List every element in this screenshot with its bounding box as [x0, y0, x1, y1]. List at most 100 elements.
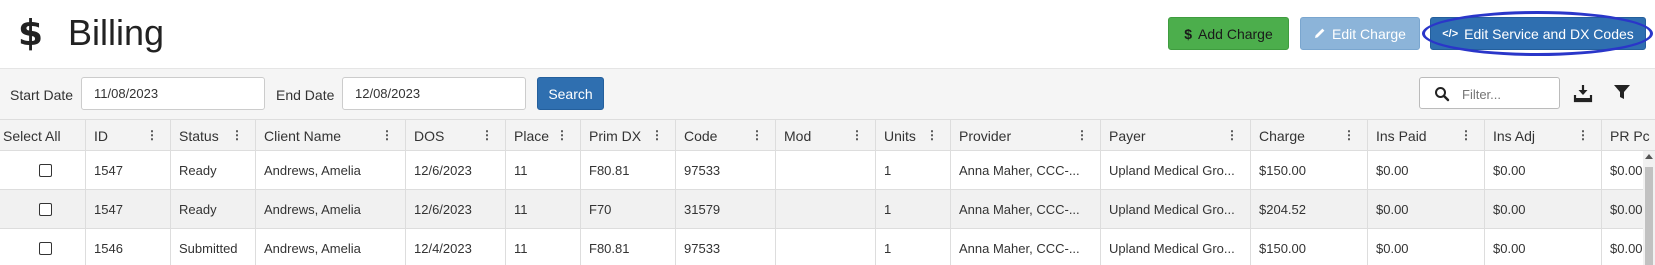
table-row[interactable]: 1547 Ready Andrews, Amelia 12/6/2023 11 …	[0, 190, 1643, 229]
cell-code: 97533	[676, 151, 776, 189]
column-header-select-all[interactable]: Select All	[0, 120, 86, 151]
column-header-label: Prim DX	[589, 127, 642, 144]
cell-status: Ready	[171, 190, 256, 228]
cell-client-name: Andrews, Amelia	[256, 190, 406, 228]
cell-prim-dx: F70	[581, 190, 676, 228]
cell-dos: 12/4/2023	[406, 229, 506, 265]
edit-service-dx-codes-button[interactable]: </> Edit Service and DX Codes	[1430, 17, 1646, 50]
download-icon[interactable]	[1573, 83, 1593, 103]
search-button[interactable]: Search	[537, 77, 604, 110]
column-header-code[interactable]: Code ⋮	[676, 120, 776, 151]
cell-prim-dx: F80.81	[581, 151, 676, 189]
column-header-charge[interactable]: Charge ⋮	[1251, 120, 1368, 151]
column-header-status[interactable]: Status ⋮	[171, 120, 256, 151]
column-header-label: Place	[514, 127, 550, 144]
end-date-input[interactable]	[342, 77, 526, 110]
cell-status: Ready	[171, 151, 256, 189]
cell-mod	[776, 190, 876, 228]
column-header-label: Code	[684, 127, 718, 144]
column-menu-icon[interactable]: ⋮	[1226, 128, 1238, 142]
cell-ins-adj: $0.00	[1485, 190, 1602, 228]
filter-box	[1419, 77, 1560, 109]
column-menu-icon[interactable]: ⋮	[651, 128, 663, 142]
scrollbar-thumb[interactable]	[1645, 167, 1653, 265]
row-select-cell	[0, 229, 86, 265]
cell-prim-dx: F80.81	[581, 229, 676, 265]
column-header-label: Ins Paid	[1376, 127, 1427, 144]
cell-provider: Anna Maher, CCC-...	[951, 190, 1101, 228]
edit-codes-label: Edit Service and DX Codes	[1464, 25, 1634, 42]
page-title: Billing	[68, 12, 165, 53]
filter-input[interactable]	[1462, 84, 1552, 104]
cell-code: 31579	[676, 190, 776, 228]
vertical-scrollbar[interactable]	[1643, 151, 1655, 265]
cell-place: 11	[506, 151, 581, 189]
cell-place: 11	[506, 190, 581, 228]
table-row[interactable]: 1547 Ready Andrews, Amelia 12/6/2023 11 …	[0, 151, 1643, 190]
column-header-label: Units	[884, 127, 916, 144]
column-header-ins-paid[interactable]: Ins Paid ⋮	[1368, 120, 1485, 151]
column-menu-icon[interactable]: ⋮	[751, 128, 763, 142]
column-menu-icon[interactable]: ⋮	[1076, 128, 1088, 142]
column-header-provider[interactable]: Provider ⋮	[951, 120, 1101, 151]
cell-client-name: Andrews, Amelia	[256, 151, 406, 189]
column-menu-icon[interactable]: ⋮	[1460, 128, 1472, 142]
start-date-input[interactable]	[81, 77, 265, 110]
cell-pr-paid: $0.00	[1610, 240, 1643, 256]
cell-ins-paid: $0.00	[1368, 151, 1485, 189]
cell-place: 11	[506, 229, 581, 265]
column-menu-icon[interactable]: ⋮	[231, 128, 243, 142]
column-header-label: Charge	[1259, 127, 1305, 144]
cell-status: Submitted	[171, 229, 256, 265]
column-header-pr-paid[interactable]: PR Pc	[1602, 120, 1655, 151]
cell-client-name: Andrews, Amelia	[256, 229, 406, 265]
pencil-icon	[1314, 26, 1326, 42]
row-checkbox[interactable]	[39, 202, 52, 216]
edit-charge-button[interactable]: Edit Charge	[1300, 17, 1420, 50]
row-select-cell	[0, 190, 86, 228]
column-header-units[interactable]: Units ⋮	[876, 120, 951, 151]
column-menu-icon[interactable]: ⋮	[481, 128, 493, 142]
cell-units: 1	[876, 229, 951, 265]
start-date-label: Start Date	[10, 87, 74, 103]
grid-header: Select All ID ⋮ Status ⋮ Client Name ⋮ DOS ⋮…	[0, 119, 1655, 151]
column-header-label: Payer	[1109, 127, 1146, 144]
column-header-place[interactable]: Place ⋮	[506, 120, 581, 151]
scroll-up-icon[interactable]	[1645, 154, 1653, 159]
edit-charge-label: Edit Charge	[1332, 25, 1406, 42]
cell-dos: 12/6/2023	[406, 190, 506, 228]
column-header-ins-adj[interactable]: Ins Adj ⋮	[1485, 120, 1602, 151]
column-header-prim-dx[interactable]: Prim DX ⋮	[581, 120, 676, 151]
cell-charge: $204.52	[1251, 190, 1368, 228]
column-menu-icon[interactable]: ⋮	[1577, 128, 1589, 142]
filter-icon[interactable]	[1613, 83, 1633, 103]
column-header-payer[interactable]: Payer ⋮	[1101, 120, 1251, 151]
column-header-label: Status	[179, 127, 219, 144]
column-header-client-name[interactable]: Client Name ⋮	[256, 120, 406, 151]
column-header-id[interactable]: ID ⋮	[86, 120, 171, 151]
column-menu-icon[interactable]: ⋮	[1343, 128, 1355, 142]
cell-ins-paid: $0.00	[1368, 229, 1485, 265]
row-checkbox[interactable]	[39, 163, 52, 177]
column-header-dos[interactable]: DOS ⋮	[406, 120, 506, 151]
cell-id: 1546	[86, 229, 171, 265]
table-row[interactable]: 1546 Submitted Andrews, Amelia 12/4/2023…	[0, 229, 1643, 265]
cell-payer: Upland Medical Gro...	[1101, 190, 1251, 228]
code-icon: </>	[1442, 27, 1459, 40]
add-charge-button[interactable]: $ Add Charge	[1168, 17, 1289, 50]
cell-units: 1	[876, 151, 951, 189]
column-menu-icon[interactable]: ⋮	[146, 128, 158, 142]
column-header-label: DOS	[414, 127, 445, 144]
column-menu-icon[interactable]: ⋮	[381, 128, 393, 142]
cell-units: 1	[876, 190, 951, 228]
row-checkbox[interactable]	[39, 241, 52, 255]
cell-mod	[776, 229, 876, 265]
cell-pr-paid: $0.00	[1610, 162, 1643, 178]
column-header-mod[interactable]: Mod ⋮	[776, 120, 876, 151]
column-menu-icon[interactable]: ⋮	[851, 128, 863, 142]
cell-charge: $150.00	[1251, 151, 1368, 189]
column-menu-icon[interactable]: ⋮	[926, 128, 938, 142]
cell-pr-paid: $0.00	[1610, 201, 1643, 217]
cell-payer: Upland Medical Gro...	[1101, 151, 1251, 189]
column-menu-icon[interactable]: ⋮	[556, 128, 568, 142]
